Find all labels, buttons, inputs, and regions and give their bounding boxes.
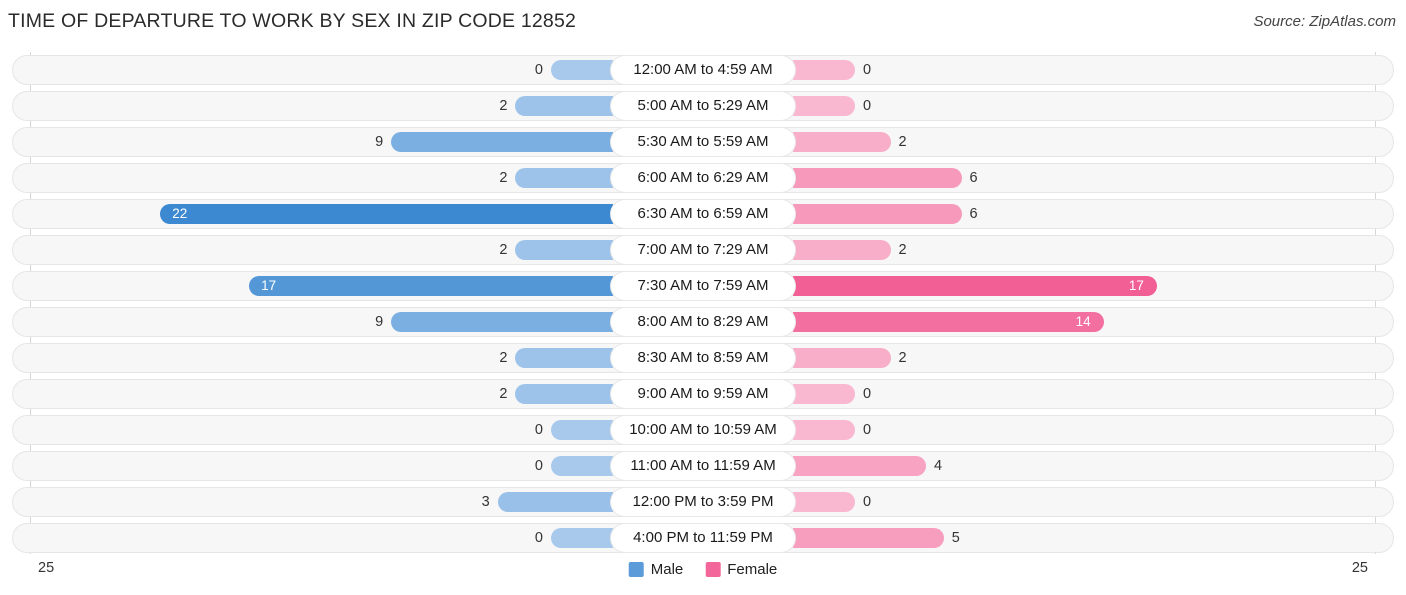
category-label: 8:00 AM to 8:29 AM [611, 308, 795, 336]
category-label: 6:30 AM to 6:59 AM [611, 200, 795, 228]
female-value-label: 0 [863, 422, 872, 438]
legend-item[interactable]: Female [705, 561, 777, 578]
male-value-label: 17 [261, 278, 277, 293]
male-bar[interactable] [551, 60, 613, 80]
male-bar[interactable] [515, 384, 613, 404]
legend-swatch-icon [705, 562, 721, 577]
female-value-label: 17 [1128, 278, 1144, 293]
bar-row: 9 2 5:30 AM to 5:59 AM [0, 124, 1406, 160]
male-value-label: 0 [534, 422, 543, 438]
axis-max-left: 25 [38, 560, 55, 576]
bar-row: 0 0 10:00 AM to 10:59 AM [0, 412, 1406, 448]
male-bar[interactable] [515, 348, 613, 368]
female-bar[interactable] [793, 276, 1157, 296]
category-label: 7:30 AM to 7:59 AM [611, 272, 795, 300]
legend-label: Female [727, 561, 778, 578]
category-label: 6:00 AM to 6:29 AM [611, 164, 795, 192]
source-attribution: Source: ZipAtlas.com [1253, 13, 1396, 30]
male-bar[interactable] [515, 240, 613, 260]
legend-swatch-icon [628, 562, 644, 577]
female-bar[interactable] [793, 60, 855, 80]
legend-item[interactable]: Male [628, 561, 684, 578]
category-label: 5:30 AM to 5:59 AM [611, 128, 795, 156]
female-bar[interactable] [793, 420, 855, 440]
female-bar[interactable] [793, 240, 891, 260]
chart-legend: Male Female [628, 561, 777, 578]
legend-label: Male [650, 561, 684, 578]
plot-area: 0 0 12:00 AM to 4:59 AM 2 0 5:00 AM to 5:29 A… [0, 52, 1406, 554]
female-value-label: 6 [969, 206, 978, 222]
female-bar[interactable] [793, 132, 891, 152]
category-label: 10:00 AM to 10:59 AM [611, 416, 795, 444]
female-value-label: 4 [934, 458, 943, 474]
male-value-label: 2 [499, 170, 508, 186]
female-value-label: 14 [1075, 314, 1091, 329]
female-value-label: 0 [863, 494, 872, 510]
bar-row: 3 0 12:00 PM to 3:59 PM [0, 484, 1406, 520]
bar-row: 17 17 7:30 AM to 7:59 AM [0, 268, 1406, 304]
female-bar[interactable] [793, 312, 1104, 332]
male-bar[interactable] [391, 312, 613, 332]
category-label: 12:00 AM to 4:59 AM [611, 56, 795, 84]
female-value-label: 2 [898, 134, 907, 150]
bar-row: 2 6 6:00 AM to 6:29 AM [0, 160, 1406, 196]
female-value-label: 2 [898, 242, 907, 258]
bar-row: 0 4 11:00 AM to 11:59 AM [0, 448, 1406, 484]
male-bar[interactable] [160, 204, 613, 224]
bar-row: 0 5 4:00 PM to 11:59 PM [0, 520, 1406, 556]
bar-row: 2 0 9:00 AM to 9:59 AM [0, 376, 1406, 412]
category-label: 11:00 AM to 11:59 AM [611, 452, 795, 480]
male-value-label: 2 [499, 242, 508, 258]
male-value-label: 2 [499, 386, 508, 402]
chart-container: TIME OF DEPARTURE TO WORK BY SEX IN ZIP … [0, 0, 1406, 595]
female-value-label: 0 [863, 386, 872, 402]
male-value-label: 3 [481, 494, 490, 510]
female-bar[interactable] [793, 96, 855, 116]
male-value-label: 0 [534, 62, 543, 78]
bar-rows: 0 0 12:00 AM to 4:59 AM 2 0 5:00 AM to 5:29 A… [0, 52, 1406, 556]
bar-row: 22 6 6:30 AM to 6:59 AM [0, 196, 1406, 232]
category-label: 5:00 AM to 5:29 AM [611, 92, 795, 120]
bar-row: 2 2 8:30 AM to 8:59 AM [0, 340, 1406, 376]
male-value-label: 22 [172, 206, 188, 221]
category-label: 7:00 AM to 7:29 AM [611, 236, 795, 264]
chart-title: TIME OF DEPARTURE TO WORK BY SEX IN ZIP … [8, 10, 577, 32]
axis-max-right: 25 [1351, 560, 1368, 576]
male-bar[interactable] [249, 276, 613, 296]
female-value-label: 2 [898, 350, 907, 366]
female-bar[interactable] [793, 204, 962, 224]
male-value-label: 9 [375, 314, 384, 330]
male-bar[interactable] [551, 528, 613, 548]
female-bar[interactable] [793, 384, 855, 404]
male-value-label: 2 [499, 350, 508, 366]
chart-footer: 25 25 Male Female [0, 556, 1406, 595]
bar-row: 9 14 8:00 AM to 8:29 AM [0, 304, 1406, 340]
male-bar[interactable] [497, 492, 613, 512]
male-bar[interactable] [391, 132, 613, 152]
female-value-label: 0 [863, 98, 872, 114]
male-bar[interactable] [515, 96, 613, 116]
male-bar[interactable] [515, 168, 613, 188]
female-bar[interactable] [793, 492, 855, 512]
male-value-label: 2 [499, 98, 508, 114]
male-bar[interactable] [551, 420, 613, 440]
category-label: 12:00 PM to 3:59 PM [611, 488, 795, 516]
category-label: 9:00 AM to 9:59 AM [611, 380, 795, 408]
bar-row: 2 2 7:00 AM to 7:29 AM [0, 232, 1406, 268]
female-value-label: 6 [969, 170, 978, 186]
category-label: 4:00 PM to 11:59 PM [611, 524, 795, 552]
female-bar[interactable] [793, 528, 944, 548]
category-label: 8:30 AM to 8:59 AM [611, 344, 795, 372]
male-bar[interactable] [551, 456, 613, 476]
male-value-label: 0 [534, 530, 543, 546]
male-value-label: 9 [375, 134, 384, 150]
bar-row: 2 0 5:00 AM to 5:29 AM [0, 88, 1406, 124]
female-value-label: 0 [863, 62, 872, 78]
female-bar[interactable] [793, 456, 927, 476]
male-value-label: 0 [534, 458, 543, 474]
bar-row: 0 0 12:00 AM to 4:59 AM [0, 52, 1406, 88]
female-bar[interactable] [793, 168, 962, 188]
female-value-label: 5 [951, 530, 960, 546]
female-bar[interactable] [793, 348, 891, 368]
